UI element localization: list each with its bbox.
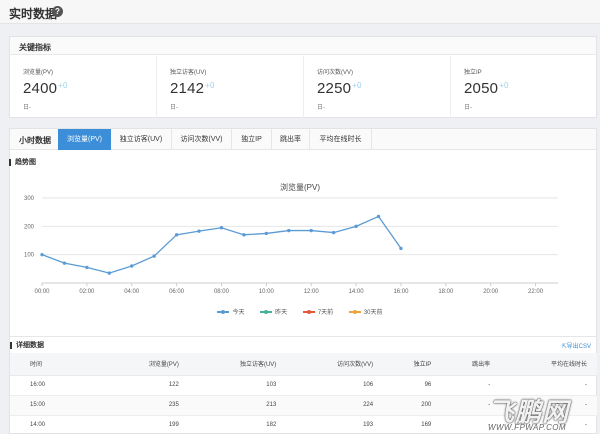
legend-item-today[interactable]: 今天 <box>217 307 244 316</box>
cell: 235 <box>104 395 189 416</box>
cell: 199 <box>104 415 189 434</box>
chart-title: 浏览量(PV) <box>280 183 320 192</box>
cell: 193 <box>286 415 384 434</box>
kpi-delta: +0 <box>58 81 68 90</box>
kpi-sub: 日- <box>317 105 325 111</box>
kpi-pv: 浏览量(PV) 2400+0 日- <box>10 56 157 118</box>
chart-legend: 今天 昨天 7天前 30天前 <box>0 307 600 316</box>
hourly-heading: 小时数据 <box>19 136 51 145</box>
cell: 182 <box>188 415 287 434</box>
kpi-sub: 日- <box>464 105 472 111</box>
kpi-value: 2250+0 <box>317 80 362 97</box>
export-csv-link[interactable]: ⇱导出CSV <box>562 341 591 350</box>
site-watermark: 飞鹏网 WWW.FPWAP.COM <box>478 392 600 434</box>
trend-heading: 趋势图 <box>9 159 36 166</box>
cell: 224 <box>286 395 384 416</box>
kpi-label: 独立访客(UV) <box>170 70 207 76</box>
watermark-url: WWW.FPWAP.COM <box>488 423 566 432</box>
kpi-label: 浏览量(PV) <box>23 70 54 76</box>
col-vv: 访问次数(VV) <box>286 353 384 376</box>
tab-avg-duration[interactable]: 平均在线时长 <box>310 129 372 150</box>
cell: 169 <box>383 415 442 434</box>
cell: 122 <box>104 375 189 396</box>
legend-item-30days[interactable]: 30天前 <box>348 307 383 316</box>
key-metrics-panel: 关键指标 浏览量(PV) 2400+0 日- 独立访客(UV) 2142+0 日… <box>9 36 597 118</box>
kpi-value: 2142+0 <box>170 80 215 97</box>
kpi-ip: 独立IP 2050+0 日- <box>451 56 598 118</box>
kpi-vv: 访问次数(VV) 2250+0 日- <box>304 56 451 118</box>
tab-ip[interactable]: 独立IP <box>232 129 272 150</box>
kpi-delta: +0 <box>499 81 509 90</box>
col-pv: 浏览量(PV) <box>104 353 189 376</box>
table-header-row: 时间 浏览量(PV) 独立访客(UV) 访问次数(VV) 独立IP 跳出率 平均… <box>10 353 597 376</box>
tab-uv[interactable]: 独立访客(UV) <box>111 129 172 150</box>
kpi-delta: +0 <box>205 81 215 90</box>
kpi-delta: +0 <box>352 81 362 90</box>
cell: 106 <box>286 375 384 396</box>
legend-item-7days[interactable]: 7天前 <box>302 307 333 316</box>
legend-item-yesterday[interactable]: 昨天 <box>260 307 287 316</box>
hourly-tabbar: 小时数据 浏览量(PV) 独立访客(UV) 访问次数(VV) 独立IP 跳出率 … <box>10 129 596 150</box>
kpi-value: 2400+0 <box>23 80 68 97</box>
page-header: 实时数据 ? <box>0 0 600 24</box>
key-metrics-heading: 关键指标 <box>10 37 596 55</box>
kpi-sub: 日- <box>23 105 31 111</box>
cell: 15:00 <box>10 395 105 416</box>
cell: 200 <box>383 395 442 416</box>
tab-vv[interactable]: 访问次数(VV) <box>172 129 232 150</box>
col-duration: 平均在线时长 <box>500 353 597 376</box>
kpi-label: 独立IP <box>464 70 482 76</box>
col-time: 时间 <box>10 353 105 376</box>
kpi-label: 访问次数(VV) <box>317 70 354 76</box>
cell: 213 <box>188 395 287 416</box>
kpi-sub: 日- <box>170 105 178 111</box>
cell: 96 <box>383 375 442 396</box>
kpi-value: 2050+0 <box>464 80 509 97</box>
detail-header: 详细数据 ⇱导出CSV <box>10 336 597 352</box>
col-uv: 独立访客(UV) <box>188 353 287 376</box>
detail-heading: 详细数据 <box>10 342 44 349</box>
tab-pv[interactable]: 浏览量(PV) <box>58 129 111 150</box>
col-ip: 独立IP <box>383 353 442 376</box>
cell: 14:00 <box>10 415 105 434</box>
page-title: 实时数据 <box>9 7 58 21</box>
help-icon[interactable]: ? <box>52 6 63 17</box>
cell: 16:00 <box>10 375 105 396</box>
tab-bounce-rate[interactable]: 跳出率 <box>272 129 310 150</box>
kpi-uv: 独立访客(UV) 2142+0 日- <box>157 56 304 118</box>
cell: 103 <box>188 375 287 396</box>
col-bounce: 跳出率 <box>441 353 501 376</box>
